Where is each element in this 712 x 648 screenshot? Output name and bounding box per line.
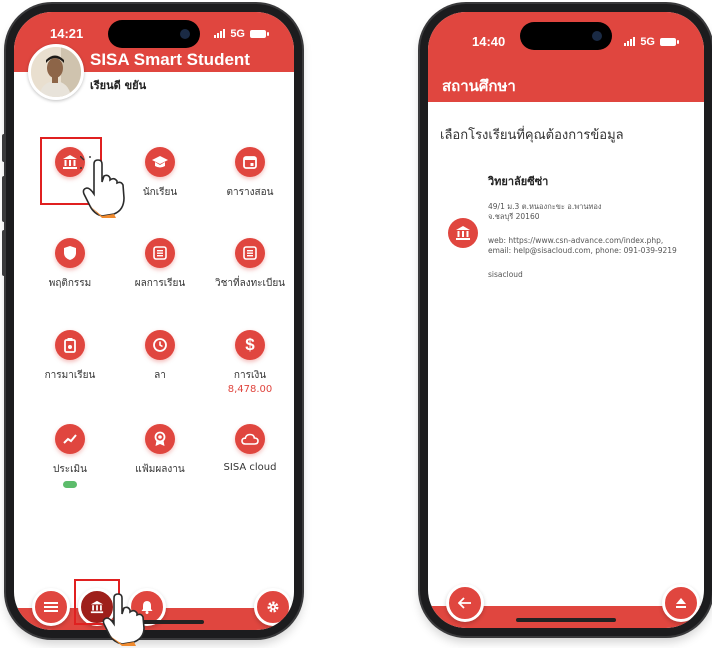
list-icon bbox=[145, 238, 175, 268]
status-time: 14:21 bbox=[50, 26, 84, 41]
status-indicator bbox=[63, 481, 77, 488]
menu-item-grades[interactable]: ผลการเรียน bbox=[120, 238, 200, 291]
network-label: 5G bbox=[230, 27, 245, 40]
menu-label: SISA cloud bbox=[223, 462, 277, 473]
list-icon bbox=[235, 238, 265, 268]
signal-icon bbox=[214, 29, 226, 38]
eject-button[interactable] bbox=[662, 584, 700, 622]
battery-icon bbox=[660, 37, 679, 46]
tutorial-stage: 14:21 5G SISA Smart Student เรียนดี ขยัน… bbox=[0, 0, 712, 648]
phone-school-screen: 14:40 5G สถานศึกษา เลือกโรงเรียนที่คุณต้… bbox=[420, 4, 712, 636]
phone-side-button bbox=[2, 176, 6, 222]
school-contact: email: help@sisacloud.com, phone: 091-03… bbox=[488, 246, 677, 255]
menu-button[interactable] bbox=[32, 588, 70, 626]
school-select-prompt: เลือกโรงเรียนที่คุณต้องการข้อมูล bbox=[440, 128, 624, 143]
school-entry-icon[interactable] bbox=[448, 218, 478, 248]
school-building-icon bbox=[456, 226, 470, 240]
menu-item-leave[interactable]: ลา bbox=[120, 330, 200, 383]
signal-icon bbox=[624, 37, 636, 46]
trend-icon bbox=[55, 424, 85, 454]
dynamic-island bbox=[520, 22, 612, 50]
menu-label: ลา bbox=[154, 370, 166, 381]
menu-label: การมาเรียน bbox=[44, 370, 96, 381]
school-screen: 14:40 5G สถานศึกษา เลือกโรงเรียนที่คุณต้… bbox=[428, 12, 704, 628]
back-arrow-icon bbox=[458, 597, 471, 609]
menu-label: วิชาที่ลงทะเบียน bbox=[214, 278, 286, 289]
menu-item-student[interactable]: นักเรียน bbox=[120, 147, 200, 200]
school-name[interactable]: วิทยาลัยซีซ่า bbox=[488, 172, 548, 190]
dollar-icon: $ bbox=[235, 330, 265, 360]
menu-label: การเงิน bbox=[233, 370, 267, 381]
gear-icon bbox=[267, 601, 279, 613]
menu-item-registered-courses[interactable]: วิชาที่ลงทะเบียน bbox=[210, 238, 290, 291]
award-icon bbox=[145, 424, 175, 454]
school-address: จ.ชลบุรี 20160 bbox=[488, 212, 540, 221]
school-contact: web: https://www.csn-advance.com/index.p… bbox=[488, 236, 664, 245]
menu-label: ประเมิน bbox=[53, 464, 87, 475]
menu-item-evaluation[interactable]: ประเมิน bbox=[30, 424, 110, 488]
menu-label: แฟ้มผลงาน bbox=[135, 464, 185, 475]
shield-icon bbox=[55, 238, 85, 268]
menu-icon bbox=[44, 602, 58, 612]
graduation-cap-icon bbox=[145, 147, 175, 177]
clock-icon bbox=[145, 330, 175, 360]
finance-balance: 8,478.00 bbox=[227, 384, 273, 395]
user-name: เรียนดี ขยัน bbox=[90, 79, 147, 92]
cloud-icon bbox=[235, 424, 265, 454]
battery-icon bbox=[250, 29, 269, 38]
status-time: 14:40 bbox=[472, 34, 506, 49]
school-code: sisacloud bbox=[488, 270, 523, 279]
phone-side-button bbox=[2, 230, 6, 276]
menu-label: พฤติกรรม bbox=[48, 278, 92, 289]
page-title: สถานศึกษา bbox=[442, 77, 516, 95]
menu-item-portfolio[interactable]: แฟ้มผลงาน bbox=[120, 424, 200, 477]
menu-label: ผลการเรียน bbox=[134, 278, 186, 289]
settings-button[interactable] bbox=[254, 588, 292, 626]
tap-hand-icon bbox=[102, 593, 145, 646]
dynamic-island bbox=[108, 20, 200, 48]
home-screen: 14:21 5G SISA Smart Student เรียนดี ขยัน… bbox=[14, 12, 294, 630]
menu-item-timetable[interactable]: ตารางสอน bbox=[210, 147, 290, 200]
back-button[interactable] bbox=[446, 584, 484, 622]
calendar-icon bbox=[235, 147, 265, 177]
attendance-icon bbox=[55, 330, 85, 360]
menu-label: ตารางสอน bbox=[226, 187, 274, 198]
menu-item-finance[interactable]: $ การเงิน 8,478.00 bbox=[210, 330, 290, 395]
eject-icon bbox=[676, 598, 686, 608]
phone-side-button bbox=[2, 134, 6, 162]
menu-label: นักเรียน bbox=[142, 187, 178, 198]
school-address: 49/1 ม.3 ต.หนองกะขะ อ.พานทอง bbox=[488, 202, 602, 211]
menu-item-behavior[interactable]: พฤติกรรม bbox=[30, 238, 110, 291]
tap-hand-icon bbox=[80, 156, 125, 218]
menu-item-sisa-cloud[interactable]: SISA cloud bbox=[210, 424, 290, 473]
phone-home-screen: 14:21 5G SISA Smart Student เรียนดี ขยัน… bbox=[2, 4, 302, 638]
home-indicator bbox=[516, 618, 616, 622]
avatar[interactable] bbox=[28, 44, 84, 100]
menu-item-attendance[interactable]: การมาเรียน bbox=[30, 330, 110, 383]
network-label: 5G bbox=[640, 35, 655, 48]
app-title: SISA Smart Student bbox=[90, 50, 250, 69]
